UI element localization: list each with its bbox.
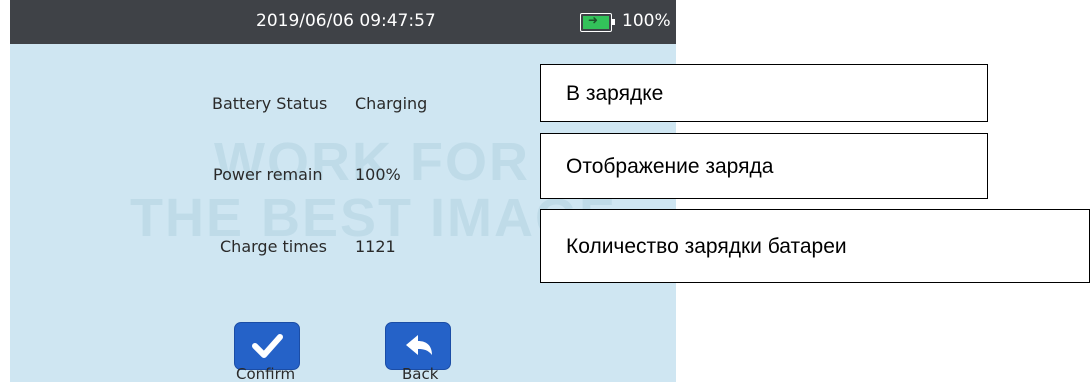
datetime: 2019/06/06 09:47:57 [256, 11, 436, 31]
back-button[interactable] [385, 322, 451, 370]
battery-charging-icon: ➜ [580, 13, 615, 32]
checkmark-icon [252, 334, 283, 358]
confirm-label: Confirm [236, 365, 296, 382]
confirm-button[interactable] [234, 322, 300, 370]
power-remain-value: 100% [355, 165, 401, 184]
battery-percent: 100% [622, 11, 671, 31]
back-label: Back [402, 365, 439, 382]
back-arrow-icon [406, 335, 432, 355]
battery-status-label: Battery Status [212, 94, 328, 113]
callout-charge-display: Отображение заряда [540, 133, 988, 199]
callout-charge-count: Количество зарядки батареи [540, 209, 1090, 283]
charge-times-value: 1121 [355, 237, 396, 256]
battery-status-value: Charging [355, 94, 428, 113]
power-remain-label: Power remain [213, 165, 323, 184]
charge-times-label: Charge times [220, 237, 327, 256]
status-bar: 2019/06/06 09:47:57 ➜ 100% [10, 0, 676, 44]
callout-charging: В зарядке [540, 64, 988, 122]
